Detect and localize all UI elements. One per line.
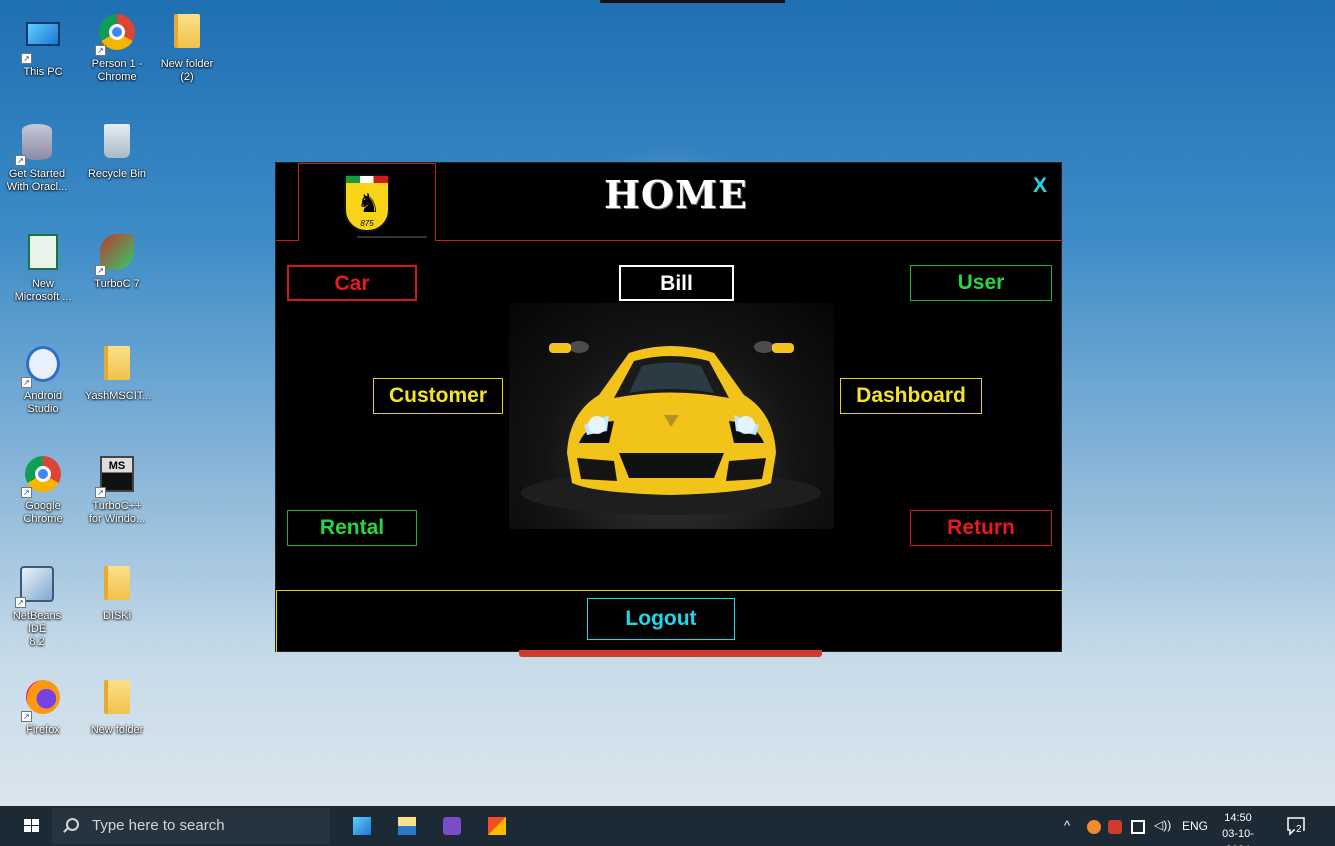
- desktop-icon-label: YashMSCIT...: [85, 390, 152, 402]
- dashboard-button[interactable]: Dashboard: [840, 378, 982, 414]
- desktop-icon-new-folder-2[interactable]: New folder (2): [155, 14, 219, 84]
- chevron-up-icon[interactable]: ^: [1064, 818, 1070, 833]
- folder-icon: [398, 817, 416, 835]
- taskbar-app-java[interactable]: [475, 806, 519, 846]
- computer-icon: [353, 817, 371, 835]
- taskbar-app-visual-studio[interactable]: [430, 806, 474, 846]
- notification-center[interactable]: 2: [1286, 816, 1306, 836]
- folder-icon: [97, 346, 137, 386]
- start-button[interactable]: [16, 806, 48, 846]
- car-image: [509, 303, 834, 529]
- close-button[interactable]: X: [1030, 173, 1050, 199]
- security-icon[interactable]: [1108, 820, 1122, 834]
- desktop-icon-netbeans[interactable]: ↗ NetBeans IDE 8.2: [5, 566, 69, 649]
- desktop-icon-label: TurboC 7: [94, 278, 140, 290]
- desktop-icon-label: Microsoft ...: [14, 291, 72, 303]
- user-button[interactable]: User: [910, 265, 1052, 301]
- logo-panel: ♞ 875: [298, 163, 436, 241]
- bill-button[interactable]: Bill: [619, 265, 734, 301]
- desktop-icon-label: New folder: [90, 724, 144, 736]
- taskbar-search-input[interactable]: Type here to search: [52, 808, 330, 844]
- desktop-icon-label: NetBeans IDE: [12, 610, 62, 635]
- desktop-icon-yashmscit[interactable]: YashMSCIT...: [85, 346, 152, 403]
- folder-icon: [97, 566, 137, 606]
- page-title: HOME: [603, 172, 749, 217]
- clock[interactable]: 14:50 03-10-2024: [1213, 810, 1263, 846]
- desktop-icon-label: DISKi: [102, 610, 132, 622]
- window-header: ♞ 875 HOME X: [276, 163, 1063, 241]
- sports-car-illustration: [521, 341, 821, 515]
- chrome-icon: ↗: [21, 456, 63, 498]
- desktop-icon-label: (2): [180, 71, 194, 83]
- desktop-icon-label: Chrome: [97, 71, 137, 83]
- computer-icon: ↗: [21, 22, 63, 64]
- android-studio-icon: ↗: [21, 346, 63, 388]
- desktop-icon-turboc7[interactable]: ↗ TurboC 7: [85, 234, 149, 291]
- app-icon: [488, 817, 506, 835]
- excel-icon: [23, 234, 63, 274]
- window-accent: [519, 650, 822, 657]
- network-icon[interactable]: [1131, 820, 1145, 834]
- taskbar-app-this-pc[interactable]: [340, 806, 384, 846]
- visual-studio-icon: [443, 817, 461, 835]
- taskbar-app-file-explorer[interactable]: [385, 806, 429, 846]
- clock-date: 03-10-2024: [1222, 828, 1254, 846]
- desktop-icon-label: Chrome: [23, 513, 63, 525]
- recycle-bin-icon: [97, 124, 137, 164]
- database-icon: ↗: [15, 124, 57, 166]
- folder-icon: [167, 14, 207, 54]
- desktop-icon-turbocpp[interactable]: MS ↗ TurboC++ for Windo...: [85, 456, 149, 526]
- ferrari-logo-icon: ♞ 875: [344, 174, 390, 232]
- desktop-icon-android-studio[interactable]: ↗ Android Studio: [11, 346, 75, 416]
- desktop-icon-label: Google: [25, 500, 61, 512]
- rental-button[interactable]: Rental: [287, 510, 417, 546]
- home-window: ♞ 875 HOME X Car Bill User Customer Dash…: [275, 162, 1063, 653]
- clock-time: 14:50: [1224, 812, 1252, 824]
- folder-icon: [97, 680, 137, 720]
- desktop-icon-person1-chrome[interactable]: ↗ Person 1 - Chrome: [85, 14, 149, 84]
- taskbar: Type here to search ^ ◁)) ENG 14:50 03-1…: [0, 806, 1335, 846]
- language-indicator[interactable]: ENG: [1182, 819, 1208, 833]
- tray-app-icon[interactable]: [1087, 820, 1101, 834]
- desktop-icon-label: 8.2: [29, 636, 45, 648]
- search-icon: [66, 818, 79, 831]
- firefox-icon: ↗: [21, 680, 63, 722]
- desktop-icon-label: for Windo...: [88, 513, 146, 525]
- ms-turbo-icon: MS ↗: [95, 456, 137, 498]
- turboc-icon: ↗: [95, 234, 137, 276]
- customer-button[interactable]: Customer: [373, 378, 503, 414]
- desktop-icon-new-folder[interactable]: New folder: [85, 680, 149, 737]
- desktop-icon-diski[interactable]: DISKi: [85, 566, 149, 623]
- volume-icon[interactable]: ◁)): [1154, 818, 1171, 832]
- windows-icon: [24, 819, 40, 833]
- notification-count: 2: [1295, 824, 1303, 835]
- desktop-icon-label: New: [31, 278, 54, 290]
- desktop-icon-firefox[interactable]: ↗ Firefox: [11, 680, 75, 737]
- desktop-icon-google-chrome[interactable]: ↗ Google Chrome: [11, 456, 75, 526]
- desktop-icon-label: Studio: [27, 403, 59, 415]
- desktop-icon-label: New folder: [160, 58, 214, 70]
- window-edge: [600, 0, 785, 3]
- return-button[interactable]: Return: [910, 510, 1052, 546]
- footer-panel: Logout: [276, 590, 1063, 653]
- chrome-icon: ↗: [95, 14, 137, 56]
- desktop-icon-label: Recycle Bin: [87, 168, 147, 180]
- logout-button[interactable]: Logout: [587, 598, 735, 640]
- search-placeholder: Type here to search: [92, 817, 225, 834]
- car-button[interactable]: Car: [287, 265, 417, 301]
- desktop-icon-oracle[interactable]: ↗ Get Started With Oracl...: [5, 124, 69, 194]
- desktop-icon-label: Get Started: [8, 168, 66, 180]
- desktop-icon-label: TurboC++: [92, 500, 142, 512]
- netbeans-icon: ↗: [15, 566, 57, 608]
- desktop-icon-label: Android: [24, 390, 62, 402]
- desktop-icon-this-pc[interactable]: ↗ This PC: [11, 18, 75, 79]
- desktop-icon-label: This PC: [23, 66, 63, 78]
- desktop-icon-label: Person 1 -: [91, 58, 143, 70]
- desktop-icon-label: Firefox: [26, 724, 60, 736]
- desktop-icon-recycle-bin[interactable]: Recycle Bin: [85, 124, 149, 181]
- desktop-icon-label: With Oracl...: [6, 181, 68, 193]
- desktop-icon-excel[interactable]: New Microsoft ...: [11, 234, 75, 304]
